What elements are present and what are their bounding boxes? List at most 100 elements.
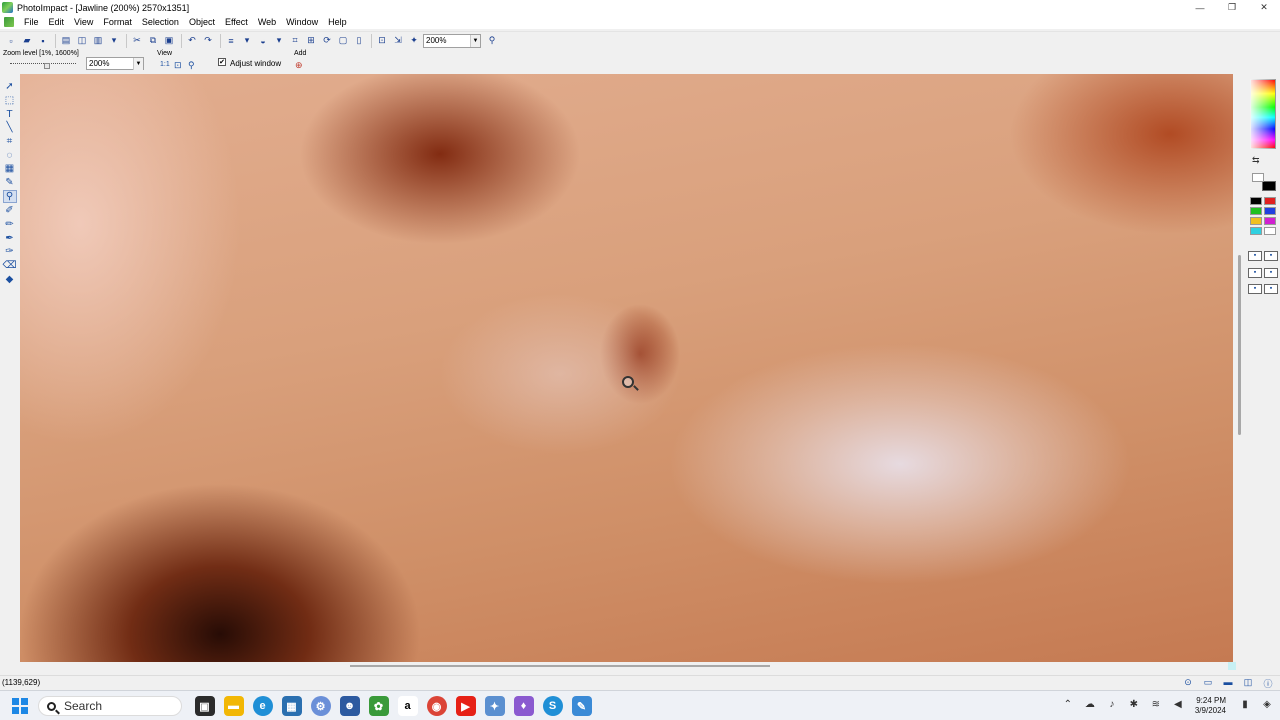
- menu-effect[interactable]: Effect: [220, 17, 253, 27]
- brush-tool-icon[interactable]: ✏: [3, 219, 17, 231]
- frame-icon[interactable]: ▢: [336, 34, 350, 48]
- save-icon[interactable]: ▪: [36, 34, 50, 48]
- acquire-dropdown-icon[interactable]: ▾: [107, 34, 121, 48]
- person-app-icon[interactable]: ☻: [339, 696, 360, 716]
- preview-icon[interactable]: ⊙: [1180, 677, 1196, 688]
- color-mode-icon[interactable]: ▬: [1220, 677, 1236, 688]
- redo-icon[interactable]: ↷: [201, 34, 215, 48]
- menu-object[interactable]: Object: [184, 17, 220, 27]
- amazon-icon[interactable]: a: [397, 696, 418, 716]
- adjust-window-checkbox[interactable]: ✔: [218, 58, 226, 66]
- menu-format[interactable]: Format: [98, 17, 137, 27]
- swatch-blue[interactable]: [1264, 207, 1276, 215]
- pick-tool-icon[interactable]: ➚: [3, 81, 17, 93]
- shape-tool-icon[interactable]: ▦: [3, 163, 17, 175]
- effects-icon[interactable]: ✦: [407, 34, 421, 48]
- line-tool-icon[interactable]: ╲: [3, 122, 17, 134]
- image-canvas[interactable]: [20, 74, 1233, 662]
- layers-icon[interactable]: ◒: [256, 34, 270, 48]
- photoimpact-taskbar-icon[interactable]: ✿: [368, 696, 389, 716]
- panel-shortcut-icon[interactable]: ▪: [1248, 267, 1262, 278]
- copilot-icon[interactable]: ◈: [1258, 699, 1276, 713]
- chevron-down-icon[interactable]: ▼: [133, 58, 143, 70]
- menu-view[interactable]: View: [69, 17, 98, 27]
- fit-screen-icon[interactable]: ▭: [1200, 677, 1216, 688]
- feather-app-icon[interactable]: ♦: [513, 696, 534, 716]
- skype-icon[interactable]: S: [542, 696, 563, 716]
- swatch-white[interactable]: [1264, 227, 1276, 235]
- zoom-tool-icon[interactable]: ⚲: [2, 190, 17, 204]
- lasso-tool-icon[interactable]: ◌: [3, 149, 17, 161]
- store-icon[interactable]: ▦: [281, 696, 302, 716]
- scan-icon[interactable]: ▥: [91, 34, 105, 48]
- panel-shortcut-icon[interactable]: ▪: [1264, 251, 1278, 261]
- page-icon[interactable]: ▯: [352, 34, 366, 48]
- stack-icon[interactable]: ≡: [224, 34, 238, 48]
- zoom-combo[interactable]: 200% ▼: [423, 33, 481, 48]
- file-explorer-icon[interactable]: ▬: [223, 696, 244, 716]
- swatch-green[interactable]: [1250, 207, 1262, 215]
- paste-icon[interactable]: ▣: [162, 34, 176, 48]
- menu-selection[interactable]: Selection: [137, 17, 184, 27]
- crop-icon[interactable]: ⌗: [288, 34, 302, 48]
- background-color-swatch[interactable]: [1262, 181, 1276, 191]
- minimize-button[interactable]: —: [1184, 0, 1216, 15]
- copy-icon[interactable]: ⧉: [146, 34, 160, 48]
- open-folder-icon[interactable]: ▰: [20, 34, 34, 48]
- zoom-level-combo[interactable]: 200% ▼: [86, 57, 144, 70]
- zoom-slider-thumb[interactable]: [44, 63, 50, 69]
- swatch-black[interactable]: [1250, 197, 1262, 205]
- menu-web[interactable]: Web: [253, 17, 281, 27]
- zoom-level-slider[interactable]: [10, 60, 76, 64]
- eyedropper-tool-icon[interactable]: ✎: [3, 176, 17, 188]
- horizontal-scroll-thumb[interactable]: [350, 665, 770, 667]
- bluetooth-icon[interactable]: ✱: [1125, 699, 1143, 713]
- pin-icon[interactable]: ⚲: [485, 34, 499, 48]
- view-actual-size-button[interactable]: 1:1: [160, 61, 170, 68]
- microphone-icon[interactable]: ♪: [1103, 699, 1121, 713]
- eraser-tool-icon[interactable]: ⌫: [2, 260, 16, 272]
- cut-icon[interactable]: ✂: [130, 34, 144, 48]
- image-info-icon[interactable]: ◫: [1240, 677, 1256, 688]
- undo-icon[interactable]: ↶: [185, 34, 199, 48]
- panel-shortcut-icon[interactable]: ▪: [1248, 284, 1262, 295]
- panel-shortcut-icon[interactable]: ▪: [1264, 284, 1278, 295]
- chrome-icon[interactable]: ◉: [426, 696, 447, 716]
- youtube-icon[interactable]: ▶: [455, 696, 476, 716]
- swatch-magenta[interactable]: [1264, 217, 1276, 225]
- onedrive-icon[interactable]: ☁: [1081, 699, 1099, 713]
- notification-icon[interactable]: ▮: [1236, 699, 1254, 713]
- menu-edit[interactable]: Edit: [44, 17, 70, 27]
- volume-icon[interactable]: ◀: [1169, 699, 1187, 713]
- layers-dropdown-icon[interactable]: ▾: [272, 34, 286, 48]
- swatch-yellow[interactable]: [1250, 217, 1262, 225]
- document-icon[interactable]: [4, 17, 14, 27]
- add-preset-icon[interactable]: ⊕: [295, 60, 303, 71]
- media-app-icon[interactable]: ✦: [484, 696, 505, 716]
- taskbar-clock[interactable]: 9:24 PM 3/9/2024: [1195, 696, 1226, 716]
- fit-window-icon[interactable]: ⊡: [174, 60, 182, 71]
- taskbar-search-box[interactable]: Search: [38, 696, 182, 716]
- chevron-up-icon[interactable]: ⌃: [1059, 699, 1077, 713]
- zoom-icon[interactable]: ⚲: [188, 60, 195, 71]
- settings-app-icon[interactable]: ⚙: [310, 696, 331, 716]
- export-icon[interactable]: ⇲: [391, 34, 405, 48]
- chevron-down-icon[interactable]: ▼: [470, 34, 480, 47]
- info-icon[interactable]: ⓘ: [1260, 677, 1276, 689]
- foreground-background-colors[interactable]: [1252, 173, 1276, 191]
- restore-button[interactable]: ❐: [1216, 0, 1248, 15]
- print-preview-icon[interactable]: ◫: [75, 34, 89, 48]
- vertical-scrollbar[interactable]: [1236, 75, 1243, 662]
- new-file-icon[interactable]: ▫: [4, 34, 18, 48]
- menu-file[interactable]: File: [19, 17, 44, 27]
- menu-help[interactable]: Help: [323, 17, 352, 27]
- transform-tool-icon[interactable]: ⬚: [3, 95, 17, 107]
- panel-shortcut-icon[interactable]: ▪: [1248, 251, 1262, 261]
- print-icon[interactable]: ▤: [59, 34, 73, 48]
- swap-colors-icon[interactable]: ⇆: [1252, 155, 1260, 166]
- swatch-cyan[interactable]: [1250, 227, 1262, 235]
- task-view-icon[interactable]: ▣: [194, 696, 215, 716]
- resize-icon[interactable]: ⊞: [304, 34, 318, 48]
- horizontal-scrollbar[interactable]: [20, 662, 1236, 670]
- crop-tool-icon[interactable]: ⌗: [3, 136, 17, 148]
